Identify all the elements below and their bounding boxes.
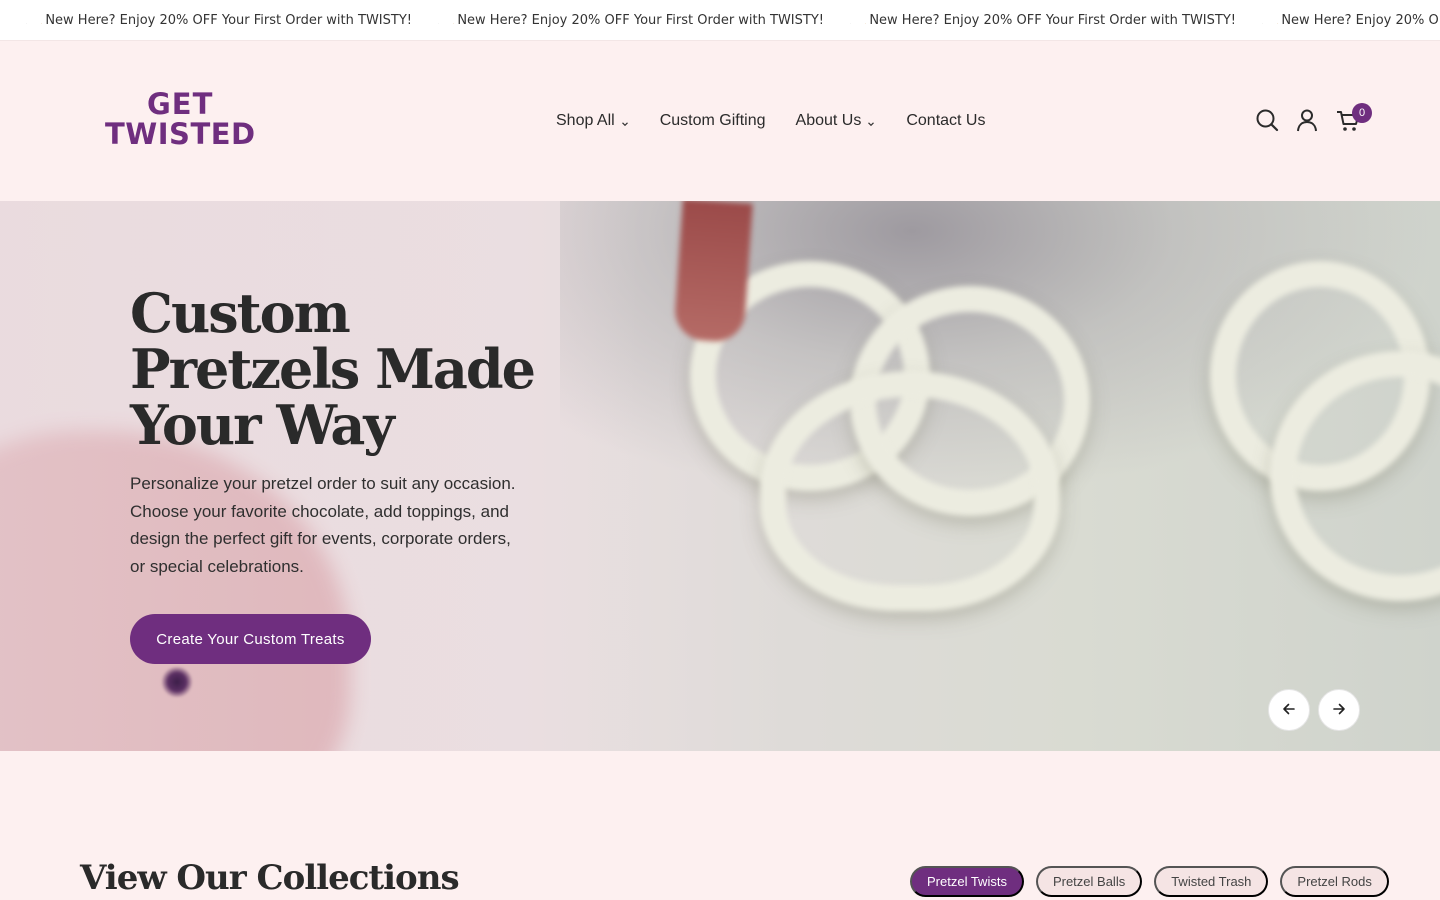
pretzel-icon [864, 13, 866, 29]
ribbon-image [673, 201, 753, 344]
logo-line-1: GET [147, 87, 214, 121]
announcement-bar: New Here? Enjoy 20% OFF Your First Order… [0, 0, 1440, 41]
announcement-text[interactable]: New Here? Enjoy 20% OFF Your First Order… [1281, 13, 1440, 28]
pretzel-icon [1276, 13, 1278, 29]
hero-description: Personalize your pretzel order to suit a… [130, 474, 516, 576]
announcement-item: New Here? Enjoy 20% OFF Your First Order… [0, 0, 412, 40]
slider-next-button[interactable] [1318, 689, 1360, 731]
heart-icon[interactable] [850, 13, 851, 29]
chevron-down-icon [866, 116, 876, 127]
collections-title: View Our Collections [80, 858, 460, 898]
chevron-down-icon [620, 116, 630, 127]
pretzel-icon [40, 13, 42, 29]
tab-twisted-trash[interactable]: Twisted Trash [1154, 866, 1269, 897]
nav-item-label: About Us [795, 112, 862, 129]
announcement-item: New Here? Enjoy 20% OFF Your First Order… [824, 0, 1236, 40]
announcement-item: New Here? Enjoy 20% OFF Your First Order… [1236, 0, 1440, 40]
nav-item-label: Custom Gifting [659, 112, 766, 129]
logo-line-2: TWISTED [105, 117, 256, 151]
main-nav: Shop All Custom Gifting About Us Contact… [556, 111, 1015, 131]
announcement-text[interactable]: New Here? Enjoy 20% OFF Your First Order… [869, 13, 1236, 28]
hero-title: Custom Pretzels Made Your Way [130, 281, 536, 457]
nav-item-contact-us[interactable]: Contact Us [906, 112, 985, 130]
nav-item-label: Contact Us [906, 112, 986, 129]
heart-icon[interactable] [1262, 13, 1263, 29]
announcement-text[interactable]: New Here? Enjoy 20% OFF Your First Order… [457, 13, 824, 28]
nav-item-shop-all[interactable]: Shop All [556, 112, 630, 130]
nav-item-custom-gifting[interactable]: Custom Gifting [660, 112, 766, 130]
sprinkle-image [160, 667, 194, 697]
announcement-text[interactable]: New Here? Enjoy 20% OFF Your First Order… [45, 13, 412, 28]
collection-tabs: Pretzel Twists Pretzel Balls Twisted Tra… [910, 866, 1401, 897]
account-icon[interactable] [1294, 107, 1320, 133]
tab-pretzel-balls[interactable]: Pretzel Balls [1035, 866, 1143, 897]
pretzel-icon [452, 13, 454, 29]
hero-banner: Custom Pretzels Made Your Way Personaliz… [0, 201, 1440, 751]
cart-count-badge[interactable]: 0 [1352, 103, 1372, 123]
heart-icon[interactable] [26, 13, 27, 29]
slider-prev-button[interactable] [1268, 689, 1310, 731]
site-logo[interactable]: GET TWISTED [105, 89, 269, 153]
arrow-left-icon [1281, 701, 1297, 720]
tab-pretzel-rods[interactable]: Pretzel Rods [1280, 866, 1389, 897]
tab-pretzel-twists[interactable]: Pretzel Twists [910, 866, 1024, 897]
arrow-right-icon [1331, 701, 1347, 720]
pretzel-image [760, 371, 1060, 611]
announcement-track: New Here? Enjoy 20% OFF Your First Order… [0, 0, 1440, 40]
site-header: GET TWISTED Shop All Custom Gifting Abou… [0, 41, 1440, 201]
announcement-item: New Here? Enjoy 20% OFF Your First Order… [412, 0, 824, 40]
heart-icon[interactable] [438, 13, 439, 29]
create-custom-treats-button[interactable]: Create Your Custom Treats [130, 614, 371, 664]
nav-item-about-us[interactable]: About Us [796, 112, 877, 130]
search-icon[interactable] [1254, 107, 1280, 133]
nav-item-label: Shop All [556, 112, 615, 129]
